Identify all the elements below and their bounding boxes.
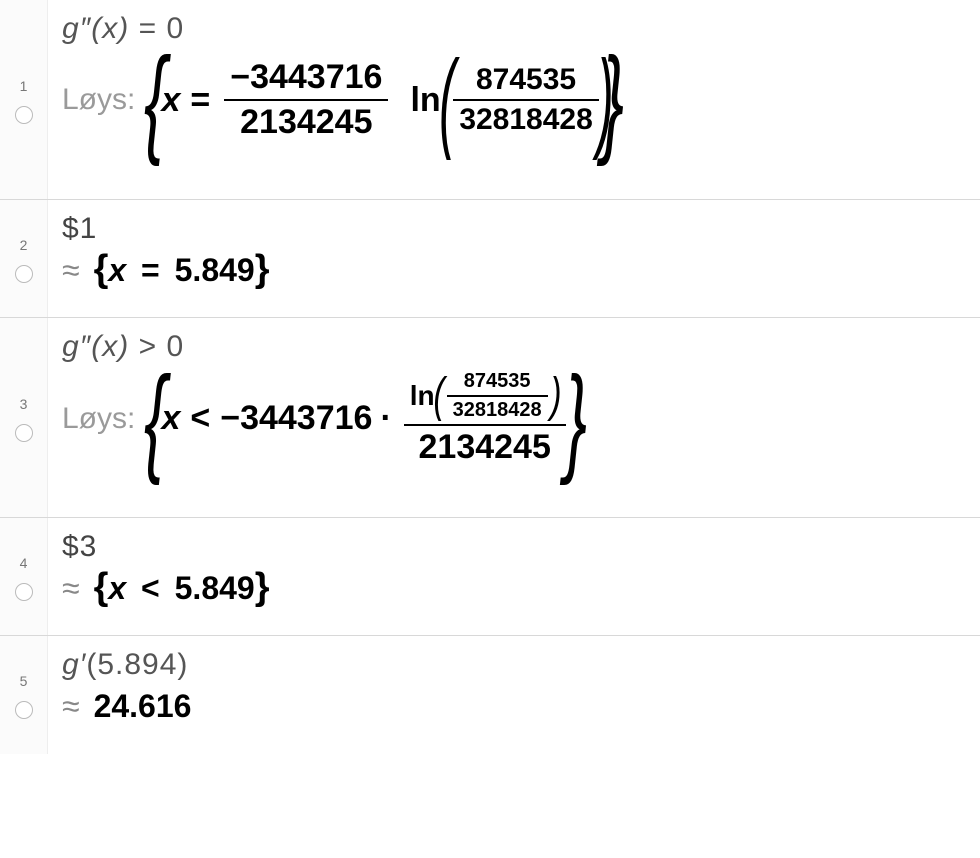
row-content: g″(x) = 0 Løys: { x = −3443716 2134245 [48, 0, 980, 199]
row-marker[interactable] [15, 265, 33, 283]
row-gutter: 2 [0, 200, 48, 317]
row-content: g″(x) > 0 Løys: { x < −3443716 · ln [48, 318, 980, 517]
input-expression[interactable]: $3 [62, 530, 966, 564]
output-expression: ≈ {x < 5.849} [62, 570, 966, 607]
output-expression: Løys: { x < −3443716 · ln ( [62, 370, 966, 467]
cas-row[interactable]: 2 $1 ≈ {x = 5.849} [0, 200, 980, 318]
cas-row[interactable]: 3 g″(x) > 0 Løys: { x < −3443716 · [0, 318, 980, 518]
row-gutter: 1 [0, 0, 48, 199]
approx-symbol: ≈ [62, 252, 80, 289]
input-expression[interactable]: g″(x) > 0 [62, 330, 966, 364]
output-expression: ≈ 24.616 [62, 688, 966, 725]
approx-symbol: ≈ [62, 688, 80, 725]
row-gutter: 3 [0, 318, 48, 517]
cas-row[interactable]: 4 $3 ≈ {x < 5.849} [0, 518, 980, 636]
cas-row[interactable]: 1 g″(x) = 0 Løys: { x = −3443716 [0, 0, 980, 200]
output-expression: Løys: { x = −3443716 2134245 ln [62, 52, 966, 148]
row-marker[interactable] [15, 583, 33, 601]
output-expression: ≈ {x = 5.849} [62, 252, 966, 289]
input-expression[interactable]: g′(5.894) [62, 648, 966, 682]
row-gutter: 5 [0, 636, 48, 754]
solve-label: Løys: [62, 83, 135, 117]
cas-row[interactable]: 5 g′(5.894) ≈ 24.616 [0, 636, 980, 754]
row-content: g′(5.894) ≈ 24.616 [48, 636, 980, 754]
solve-label: Løys: [62, 402, 135, 436]
row-marker[interactable] [15, 701, 33, 719]
input-expression[interactable]: $1 [62, 212, 966, 246]
row-content: $3 ≈ {x < 5.849} [48, 518, 980, 635]
approx-symbol: ≈ [62, 570, 80, 607]
row-marker[interactable] [15, 106, 33, 124]
row-marker[interactable] [15, 424, 33, 442]
row-content: $1 ≈ {x = 5.849} [48, 200, 980, 317]
row-gutter: 4 [0, 518, 48, 635]
cas-panel: x= 1 g″(x) = 0 Løys: { x = −3443716 [0, 0, 980, 754]
input-expression[interactable]: g″(x) = 0 [62, 12, 966, 46]
